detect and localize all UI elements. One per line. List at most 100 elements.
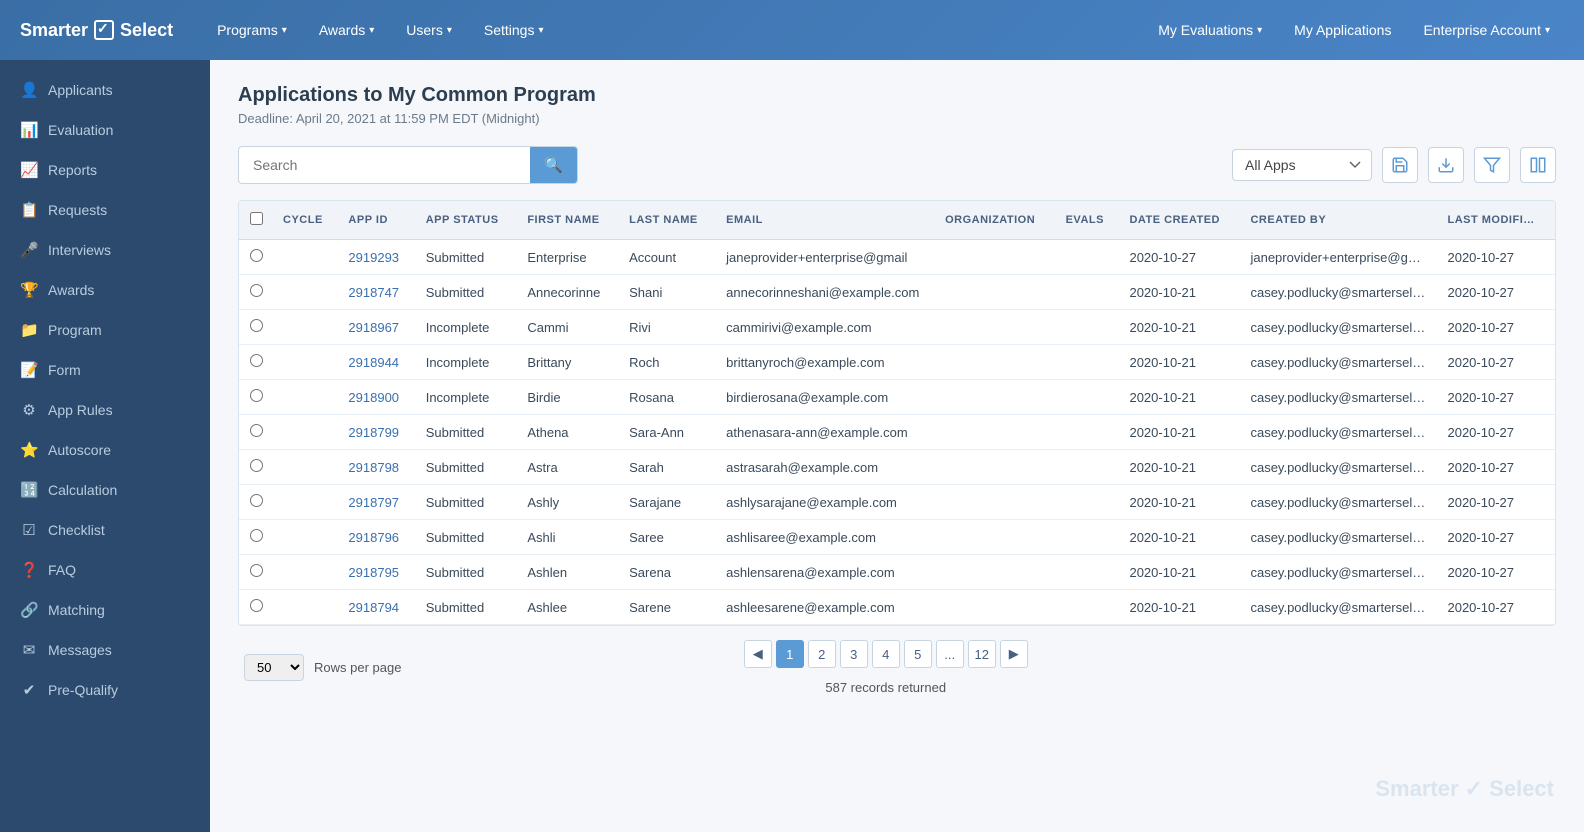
row-checkbox-cell [239,240,273,275]
rows-per-page-select[interactable]: 10 25 50 100 [244,654,304,681]
applicants-icon: 👤 [20,81,38,99]
sidebar-item-evaluation[interactable]: 📊 Evaluation [0,110,210,150]
sidebar-item-form[interactable]: 📝 Form [0,350,210,390]
row-select-radio[interactable] [250,494,263,507]
row-app-id[interactable]: 2918794 [338,590,415,625]
nav-awards-caret: ▾ [369,25,374,36]
row-app-id[interactable]: 2918799 [338,415,415,450]
row-app-id[interactable]: 2918944 [338,345,415,380]
row-select-radio[interactable] [250,599,263,612]
row-app-id[interactable]: 2918798 [338,450,415,485]
table-row: 2918797 Submitted Ashly Sarajane ashlysa… [239,485,1555,520]
row-app-id[interactable]: 2918797 [338,485,415,520]
sidebar-label-messages: Messages [48,642,112,658]
row-select-radio[interactable] [250,319,263,332]
page-btn-1[interactable]: 1 [776,640,804,668]
sidebar-item-messages[interactable]: ✉ Messages [0,630,210,670]
nav-item-enterprise-account[interactable]: Enterprise Account ▾ [1409,14,1564,46]
sidebar-item-requests[interactable]: 📋 Requests [0,190,210,230]
col-header-checkbox [239,201,273,240]
row-select-radio[interactable] [250,529,263,542]
sidebar-item-applicants[interactable]: 👤 Applicants [0,70,210,110]
search-input[interactable] [239,148,530,182]
row-app-id[interactable]: 2918967 [338,310,415,345]
row-app-id[interactable]: 2919293 [338,240,415,275]
select-all-checkbox[interactable] [250,212,263,225]
nav-item-my-evaluations[interactable]: My Evaluations ▾ [1144,14,1276,46]
calculation-icon: 🔢 [20,481,38,499]
row-last-name: Shani [619,275,716,310]
sidebar-item-matching[interactable]: 🔗 Matching [0,590,210,630]
sidebar-item-app-rules[interactable]: ⚙ App Rules [0,390,210,430]
records-count: 587 records returned [825,680,946,695]
row-date-created: 2020-10-21 [1119,555,1240,590]
page-btn-5[interactable]: 5 [904,640,932,668]
search-button[interactable]: 🔍 [530,147,577,183]
columns-icon-btn[interactable] [1520,147,1556,183]
page-btn-12[interactable]: 12 [968,640,996,668]
page-btn-2[interactable]: 2 [808,640,836,668]
nav-my-evaluations-caret: ▾ [1257,25,1262,36]
row-app-id[interactable]: 2918796 [338,520,415,555]
row-status: Submitted [416,450,518,485]
row-email: birdierosana@example.com [716,380,935,415]
table-row: 2918900 Incomplete Birdie Rosana birdier… [239,380,1555,415]
sidebar-item-pre-qualify[interactable]: ✔ Pre-Qualify [0,670,210,710]
toolbar: 🔍 All Apps Submitted Incomplete Draft [238,146,1556,184]
page-btn-3[interactable]: 3 [840,640,868,668]
row-app-id[interactable]: 2918747 [338,275,415,310]
row-last-name: Sarah [619,450,716,485]
col-header-date-created: DATE CREATED [1119,201,1240,240]
save-icon-btn[interactable] [1382,147,1418,183]
download-icon-btn[interactable] [1428,147,1464,183]
row-last-modified: 2020-10-27 [1437,450,1555,485]
sidebar-item-autoscore[interactable]: ⭐ Autoscore [0,430,210,470]
row-created-by: casey.podlucky@smarterselect.c [1240,485,1437,520]
page-next-btn[interactable]: ▶ [1000,640,1028,668]
filter-icon-btn[interactable] [1474,147,1510,183]
row-evals [1056,485,1120,520]
row-app-id[interactable]: 2918795 [338,555,415,590]
page-btn-4[interactable]: 4 [872,640,900,668]
nav-item-settings[interactable]: Settings ▾ [470,14,558,46]
table-row: 2918798 Submitted Astra Sarah astrasarah… [239,450,1555,485]
row-select-radio[interactable] [250,354,263,367]
brand-logo[interactable]: Smarter Select [20,20,173,41]
row-select-radio[interactable] [250,249,263,262]
row-last-name: Rosana [619,380,716,415]
sidebar-item-interviews[interactable]: 🎤 Interviews [0,230,210,270]
sidebar-label-evaluation: Evaluation [48,122,113,138]
nav-item-my-applications[interactable]: My Applications [1280,14,1405,46]
row-email: ashlensarena@example.com [716,555,935,590]
row-date-created: 2020-10-21 [1119,345,1240,380]
row-select-radio[interactable] [250,284,263,297]
sidebar-item-reports[interactable]: 📈 Reports [0,150,210,190]
row-created-by: casey.podlucky@smarterselect.c [1240,590,1437,625]
table-header-row: CYCLE APP ID APP STATUS FIRST NAME LAST … [239,201,1555,240]
nav-item-programs[interactable]: Programs ▾ [203,14,301,46]
row-select-radio[interactable] [250,564,263,577]
sidebar-item-faq[interactable]: ❓ FAQ [0,550,210,590]
row-evals [1056,590,1120,625]
row-cycle [273,240,338,275]
page-prev-btn[interactable]: ◀ [744,640,772,668]
sidebar-item-awards[interactable]: 🏆 Awards [0,270,210,310]
row-status: Incomplete [416,380,518,415]
row-last-modified: 2020-10-27 [1437,520,1555,555]
sidebar-item-calculation[interactable]: 🔢 Calculation [0,470,210,510]
row-select-radio[interactable] [250,424,263,437]
sidebar-item-checklist[interactable]: ☑ Checklist [0,510,210,550]
row-email: cammirivi@example.com [716,310,935,345]
sidebar: 👤 Applicants 📊 Evaluation 📈 Reports 📋 Re… [0,60,210,832]
row-first-name: Birdie [517,380,619,415]
sidebar-item-program[interactable]: 📁 Program [0,310,210,350]
all-apps-filter[interactable]: All Apps Submitted Incomplete Draft [1232,149,1372,181]
nav-item-awards[interactable]: Awards ▾ [305,14,388,46]
nav-item-users[interactable]: Users ▾ [392,14,466,46]
row-app-id[interactable]: 2918900 [338,380,415,415]
row-select-radio[interactable] [250,389,263,402]
row-email: annecorinneshani@example.com [716,275,935,310]
row-select-radio[interactable] [250,459,263,472]
row-last-modified: 2020-10-27 [1437,590,1555,625]
nav-users-caret: ▾ [447,25,452,36]
